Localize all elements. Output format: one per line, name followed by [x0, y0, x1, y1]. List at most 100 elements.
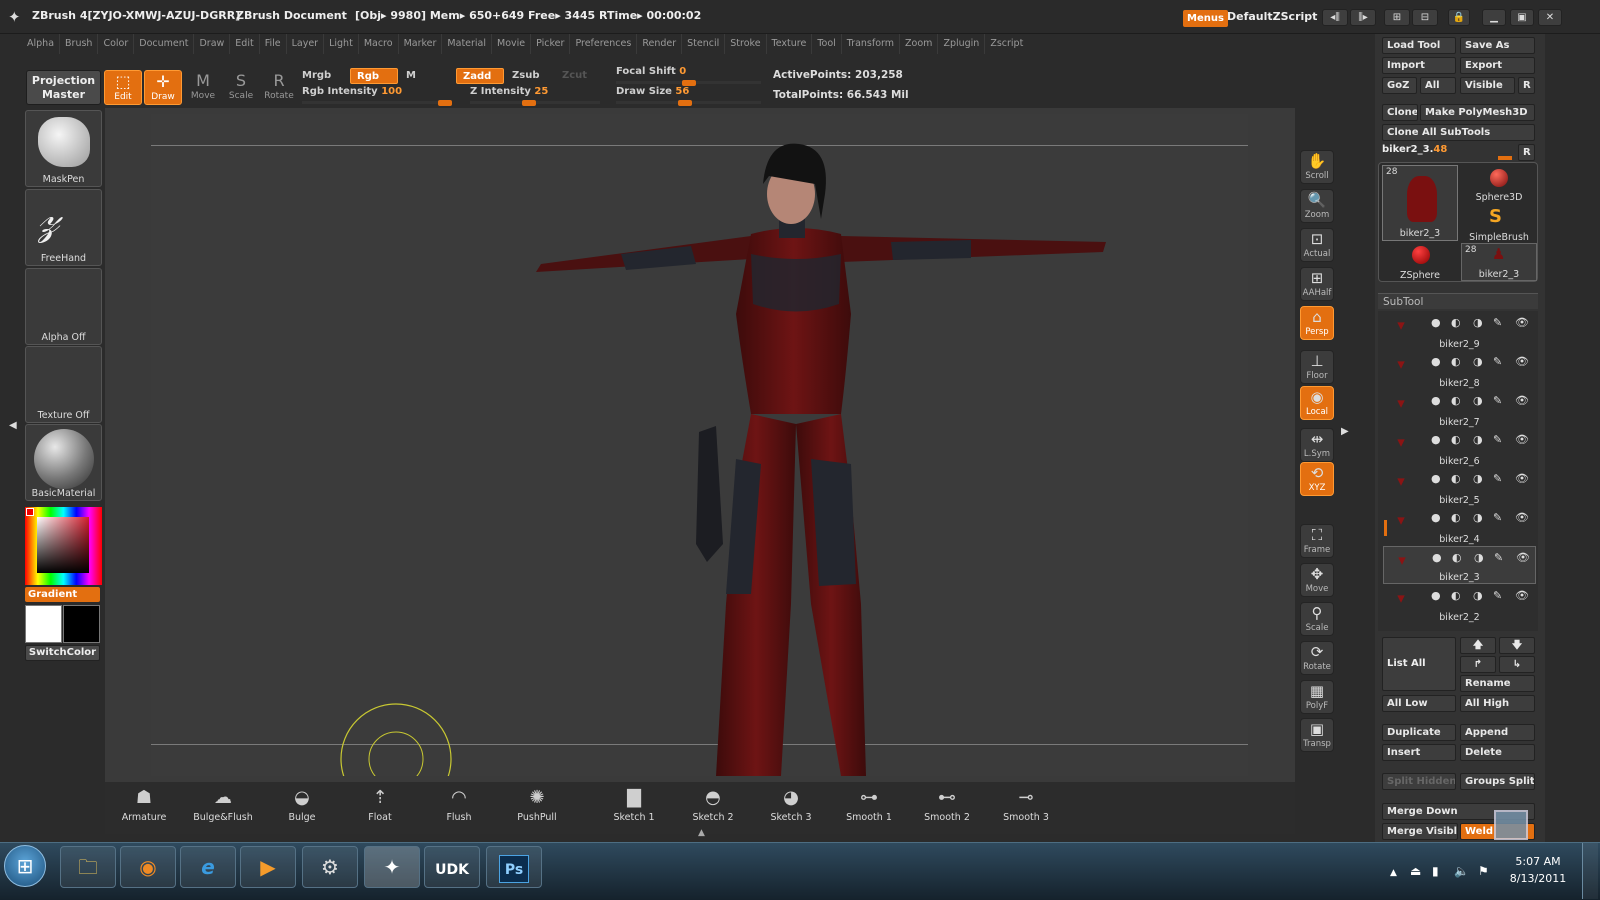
solo-toggle-icon[interactable]: ◑ — [1473, 472, 1483, 485]
nav-transp-button[interactable]: ▣ Transp — [1300, 718, 1334, 752]
minimize-icon[interactable]: ▁ — [1482, 9, 1506, 26]
material-toggle-icon[interactable]: ◐ — [1451, 316, 1461, 329]
menu-layer[interactable]: Layer — [285, 34, 324, 54]
character-model[interactable] — [151, 114, 1248, 776]
draw-button[interactable]: ✛ Draw — [144, 70, 182, 105]
material-toggle-icon[interactable]: ◐ — [1451, 472, 1461, 485]
subtool-item-biker2-3[interactable]: ▾ ● ◐ ◑ ✎ 👁 biker2_3 — [1383, 546, 1536, 584]
taskbar-photoshop-icon[interactable]: Ps — [486, 846, 542, 888]
material-toggle-icon[interactable]: ◐ — [1452, 551, 1462, 564]
material-picker[interactable]: BasicMaterial — [25, 424, 102, 501]
save-as-button[interactable]: Save As — [1460, 37, 1535, 54]
taskbar-ie-icon[interactable]: e — [180, 846, 236, 888]
brush-smooth-3[interactable]: ⊸ Smooth 3 — [989, 784, 1063, 828]
edit-toggle-icon[interactable]: ✎ — [1493, 355, 1502, 368]
menus-button[interactable]: Menus — [1183, 10, 1228, 27]
material-toggle-icon[interactable]: ◐ — [1451, 355, 1461, 368]
menu-stencil[interactable]: Stencil — [681, 34, 724, 54]
zsub-toggle[interactable]: Zsub — [506, 68, 545, 84]
focal-shift-slider[interactable]: Focal Shift 0 — [616, 66, 761, 86]
close-icon[interactable]: ✕ — [1538, 9, 1562, 26]
brush-flush[interactable]: ◠ Flush — [422, 784, 496, 828]
z-intensity-slider[interactable]: Z Intensity 25 — [470, 86, 600, 106]
material-toggle-icon[interactable]: ◐ — [1451, 394, 1461, 407]
brush-smooth-2[interactable]: ⊷ Smooth 2 — [910, 784, 984, 828]
all-button[interactable]: All — [1420, 77, 1456, 94]
edit-toggle-icon[interactable]: ✎ — [1494, 551, 1503, 564]
menu-material[interactable]: Material — [441, 34, 491, 54]
rename-button[interactable]: Rename — [1460, 675, 1535, 692]
brush-float[interactable]: ⇡ Float — [343, 784, 417, 828]
menu-preferences[interactable]: Preferences — [569, 34, 636, 54]
visibility-eye-icon[interactable]: 👁 — [1516, 551, 1530, 564]
menu-brush[interactable]: Brush — [59, 34, 97, 54]
solo-toggle-icon[interactable]: ◑ — [1473, 394, 1483, 407]
move-button[interactable]: M Move — [184, 70, 222, 105]
start-button[interactable]: ⊞ — [4, 845, 46, 887]
tool-r-button[interactable]: R — [1518, 144, 1535, 161]
layout-prev-icon[interactable]: ◂⫼ — [1322, 9, 1348, 26]
move-down-icon[interactable]: 🡇 — [1499, 637, 1535, 654]
secondary-color-swatch[interactable] — [63, 605, 100, 643]
menu-color[interactable]: Color — [97, 34, 133, 54]
edit-toggle-icon[interactable]: ✎ — [1493, 394, 1502, 407]
menu-stroke[interactable]: Stroke — [724, 34, 765, 54]
export-button[interactable]: Export — [1460, 57, 1535, 74]
menu-alpha[interactable]: Alpha — [22, 34, 59, 54]
brush-armature[interactable]: ☗ Armature — [107, 784, 181, 828]
tool-thumb-biker2-3-b[interactable]: 28 ♟ biker2_3 — [1461, 243, 1537, 281]
alpha-picker[interactable]: Alpha Off — [25, 268, 102, 345]
material-toggle-icon[interactable]: ◐ — [1451, 433, 1461, 446]
solo-toggle-icon[interactable]: ◑ — [1473, 589, 1483, 602]
nav-polyf-button[interactable]: ▦ PolyF — [1300, 680, 1334, 714]
edit-toggle-icon[interactable]: ✎ — [1493, 472, 1502, 485]
zcut-toggle[interactable]: Zcut — [556, 68, 593, 84]
brush-smooth-1[interactable]: ⊶ Smooth 1 — [832, 784, 906, 828]
rgb-toggle[interactable]: Rgb — [350, 68, 398, 84]
show-desktop-button[interactable] — [1582, 843, 1598, 899]
nav-lsym-button[interactable]: ⇹ L.Sym — [1300, 428, 1334, 462]
solo-toggle-icon[interactable]: ◑ — [1473, 316, 1483, 329]
subtool-item-biker2-4[interactable]: ▾ ● ◐ ◑ ✎ 👁 biker2_4 — [1383, 507, 1536, 545]
color-saturation-square[interactable] — [37, 517, 89, 573]
material-toggle-icon[interactable]: ◐ — [1451, 589, 1461, 602]
subtool-item-biker2-5[interactable]: ▾ ● ◐ ◑ ✎ 👁 biker2_5 — [1383, 468, 1536, 506]
brush-bulge[interactable]: ◒ Bulge — [265, 784, 339, 828]
polypaint-toggle-icon[interactable]: ● — [1431, 433, 1441, 446]
taskbar-firefox-icon[interactable]: ◉ — [120, 846, 176, 888]
layout-next-icon[interactable]: ⫼▸ — [1350, 9, 1376, 26]
show-hidden-icons[interactable]: ▲ — [1390, 868, 1397, 878]
insert-button[interactable]: Insert — [1382, 744, 1456, 761]
subtool-item-biker2-2[interactable]: ▾ ● ◐ ◑ ✎ 👁 biker2_2 — [1383, 585, 1536, 623]
panel-scroll-thumb-icon[interactable] — [1494, 810, 1528, 840]
append-button[interactable]: Append — [1460, 724, 1535, 741]
menu-render[interactable]: Render — [636, 34, 681, 54]
material-toggle-icon[interactable]: ◐ — [1451, 511, 1461, 524]
menu-zscript[interactable]: Zscript — [984, 34, 1028, 54]
menu-marker[interactable]: Marker — [397, 34, 442, 54]
duplicate-button[interactable]: Duplicate — [1382, 724, 1456, 741]
visibility-eye-icon[interactable]: 👁 — [1515, 316, 1529, 329]
menu-transform[interactable]: Transform — [840, 34, 899, 54]
m-toggle[interactable]: M — [400, 68, 422, 84]
rgb-intensity-knob[interactable] — [438, 100, 452, 106]
usb-tray-icon[interactable]: ⏏ — [1410, 864, 1421, 878]
mrgb-toggle[interactable]: Mrgb — [296, 68, 337, 84]
nav-local-button[interactable]: ◉ Local — [1300, 386, 1334, 420]
brush-sketch-1[interactable]: ▇ Sketch 1 — [597, 784, 671, 828]
polypaint-toggle-icon[interactable]: ● — [1431, 394, 1441, 407]
clone-button[interactable]: Clone — [1382, 104, 1418, 121]
solo-toggle-icon[interactable]: ◑ — [1474, 551, 1484, 564]
nav-aahalf-button[interactable]: ⊞ AAHalf — [1300, 267, 1334, 301]
left-tray-toggle-icon[interactable]: ◀ — [9, 420, 17, 431]
polypaint-toggle-icon[interactable]: ● — [1432, 551, 1442, 564]
polypaint-toggle-icon[interactable]: ● — [1431, 589, 1441, 602]
groups-split-button[interactable]: Groups Split — [1460, 773, 1535, 790]
edit-toggle-icon[interactable]: ✎ — [1493, 589, 1502, 602]
nav-persp-button[interactable]: ⌂ Persp — [1300, 306, 1334, 340]
tool-thumb-zsphere[interactable]: ZSphere — [1382, 243, 1458, 281]
subtool-scrollbar[interactable] — [1384, 520, 1387, 536]
brush-sketch-3[interactable]: ◕ Sketch 3 — [754, 784, 828, 828]
bottom-tray-toggle-icon[interactable]: ▲ — [698, 828, 705, 838]
stroke-picker[interactable]: 𝓏 FreeHand — [25, 189, 102, 266]
